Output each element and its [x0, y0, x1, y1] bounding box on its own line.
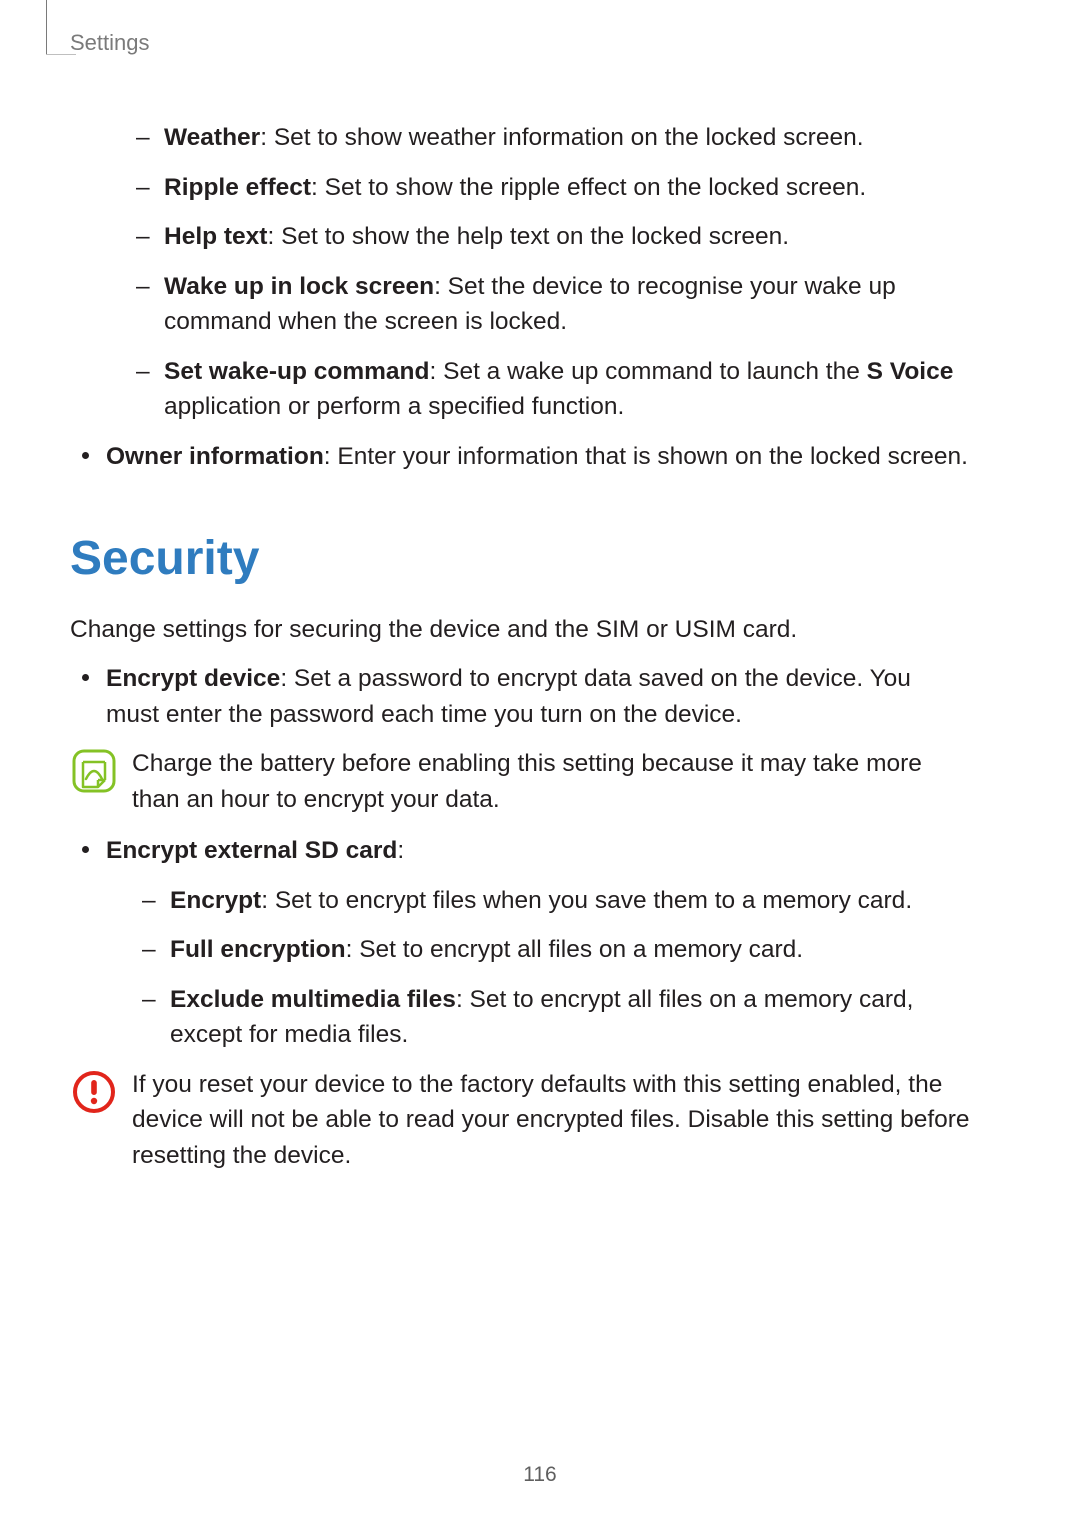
list-item: Owner information: Enter your informatio…	[70, 439, 970, 475]
page-number: 116	[0, 1463, 1080, 1487]
security-intro: Change settings for securing the device …	[70, 612, 970, 648]
security-list: Encrypt device: Set a password to encryp…	[70, 661, 970, 732]
item-title: Wake up in lock screen	[164, 273, 434, 300]
list-item: Wake up in lock screen: Set the device t…	[130, 269, 970, 340]
warning-callout: If you reset your device to the factory …	[70, 1067, 970, 1174]
note-text: Charge the battery before enabling this …	[132, 746, 970, 817]
item-title: Encrypt	[170, 887, 261, 914]
header-decoration-vertical	[46, 0, 47, 54]
security-list-sd: Encrypt external SD card: Encrypt: Set t…	[70, 833, 970, 1053]
item-title: Ripple effect	[164, 174, 311, 201]
item-title: Owner information	[106, 443, 324, 470]
page-content: Weather: Set to show weather information…	[70, 120, 970, 1173]
page-header: Settings	[70, 30, 970, 70]
list-item: Help text: Set to show the help text on …	[130, 219, 970, 255]
item-desc-pre: : Set a wake up command to launch the	[429, 358, 866, 385]
list-item: Exclude multimedia files: Set to encrypt…	[136, 982, 970, 1053]
header-decoration-horizontal	[46, 54, 76, 55]
item-desc: : Set to show the ripple effect on the l…	[311, 174, 866, 201]
list-item: Encrypt external SD card: Encrypt: Set t…	[70, 833, 970, 1053]
warning-text: If you reset your device to the factory …	[132, 1067, 970, 1174]
list-item: Ripple effect: Set to show the ripple ef…	[130, 170, 970, 206]
item-title: Encrypt device	[106, 665, 280, 692]
item-desc: : Set to show weather information on the…	[260, 124, 863, 151]
item-desc-post: application or perform a specified funct…	[164, 393, 624, 420]
item-title: Full encryption	[170, 936, 346, 963]
item-title: Set wake-up command	[164, 358, 429, 385]
warning-icon	[72, 1070, 116, 1125]
note-icon	[72, 749, 116, 804]
list-item: Encrypt device: Set a password to encryp…	[70, 661, 970, 732]
list-item: Full encryption: Set to encrypt all file…	[136, 932, 970, 968]
item-desc: : Set to encrypt all files on a memory c…	[346, 936, 804, 963]
item-title: Help text	[164, 223, 267, 250]
item-desc: : Set to encrypt files when you save the…	[261, 887, 912, 914]
note-callout: Charge the battery before enabling this …	[70, 746, 970, 817]
sd-sublist: Encrypt: Set to encrypt files when you s…	[106, 883, 970, 1053]
list-item: Encrypt: Set to encrypt files when you s…	[136, 883, 970, 919]
breadcrumb: Settings	[70, 30, 150, 55]
lock-screen-list: Owner information: Enter your informatio…	[70, 439, 970, 475]
app-name: S Voice	[867, 358, 954, 385]
lock-screen-sublist: Weather: Set to show weather information…	[70, 120, 970, 425]
colon: :	[397, 837, 404, 864]
list-item: Set wake-up command: Set a wake up comma…	[130, 354, 970, 425]
security-heading: Security	[70, 524, 970, 594]
item-title: Encrypt external SD card	[106, 837, 397, 864]
item-title: Exclude multimedia files	[170, 986, 456, 1013]
list-item: Weather: Set to show weather information…	[130, 120, 970, 156]
item-desc: : Set to show the help text on the locke…	[267, 223, 789, 250]
item-title: Weather	[164, 124, 260, 151]
item-desc: : Enter your information that is shown o…	[324, 443, 968, 470]
